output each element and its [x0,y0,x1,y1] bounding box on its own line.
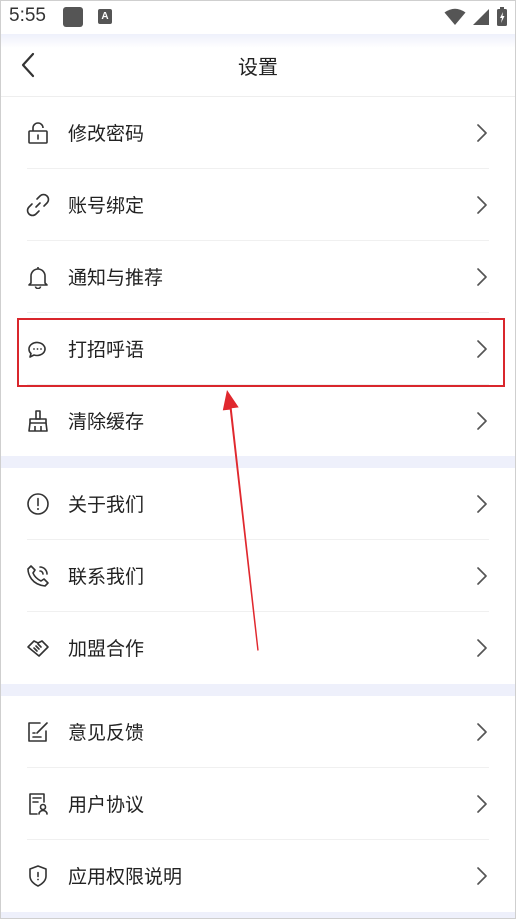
text-notification-icon: A [98,9,112,24]
menu-item-label: 意见反馈 [68,722,145,744]
settings-section-about: 关于我们 联系我们 加盟合作 [0,468,516,684]
broom-icon [26,409,50,433]
page-title: 设置 [238,55,278,79]
menu-item-label: 关于我们 [68,494,145,516]
menu-item-label: 加盟合作 [68,638,145,660]
section-gap [0,912,516,919]
chevron-right-icon [476,494,488,514]
menu-item-contact-us[interactable]: 联系我们 [0,540,516,612]
system-icons [444,6,508,28]
chevron-right-icon [476,638,488,658]
lock-icon [26,121,50,145]
menu-item-label: 通知与推荐 [68,267,164,289]
section-gap [0,456,516,468]
link-icon [26,193,50,217]
shield-icon [26,864,50,888]
chat-bubbles-icon [26,337,50,361]
menu-item-account-binding[interactable]: 账号绑定 [0,169,516,241]
menu-item-label: 应用权限说明 [68,866,183,888]
chevron-right-icon [476,866,488,886]
menu-item-label: 用户协议 [68,794,145,816]
handshake-icon [26,636,50,660]
section-gap [0,684,516,696]
menu-item-label: 修改密码 [68,123,145,145]
chevron-right-icon [476,339,488,359]
menu-item-feedback[interactable]: 意见反馈 [0,696,516,768]
info-circle-icon [26,492,50,516]
settings-section-legal: 意见反馈 用户协议 应用权限说明 [0,696,516,912]
menu-item-label: 账号绑定 [68,195,145,217]
menu-item-greeting-message[interactable]: 打招呼语 [0,313,516,385]
menu-item-clear-cache[interactable]: 清除缓存 [0,385,516,457]
header-shade [0,34,516,48]
chevron-right-icon [476,566,488,586]
document-user-icon [26,792,50,816]
menu-item-label: 联系我们 [68,566,145,588]
chevron-right-icon [476,794,488,814]
settings-section-account: 修改密码 账号绑定 通知与推荐 打招呼语 清除缓存 [0,97,516,457]
app-notification-icon [63,7,83,27]
status-time: 5:55 [9,5,46,26]
menu-item-user-agreement[interactable]: 用户协议 [0,768,516,840]
cell-signal-icon [472,8,490,26]
bell-icon [26,265,50,289]
chevron-right-icon [476,722,488,742]
menu-item-partnership[interactable]: 加盟合作 [0,612,516,684]
status-bar: 5:55 A [0,0,516,34]
chevron-right-icon [476,195,488,215]
chevron-right-icon [476,411,488,431]
chevron-right-icon [476,267,488,287]
menu-item-about-us[interactable]: 关于我们 [0,468,516,540]
phone-icon [26,564,50,588]
menu-item-app-permissions[interactable]: 应用权限说明 [0,840,516,912]
battery-icon [496,7,508,27]
wifi-icon [444,8,466,26]
chevron-right-icon [476,123,488,143]
menu-item-label: 清除缓存 [68,411,145,433]
menu-item-notifications[interactable]: 通知与推荐 [0,241,516,313]
feedback-edit-icon [26,720,50,744]
menu-item-change-password[interactable]: 修改密码 [0,97,516,169]
menu-item-label: 打招呼语 [68,339,145,361]
